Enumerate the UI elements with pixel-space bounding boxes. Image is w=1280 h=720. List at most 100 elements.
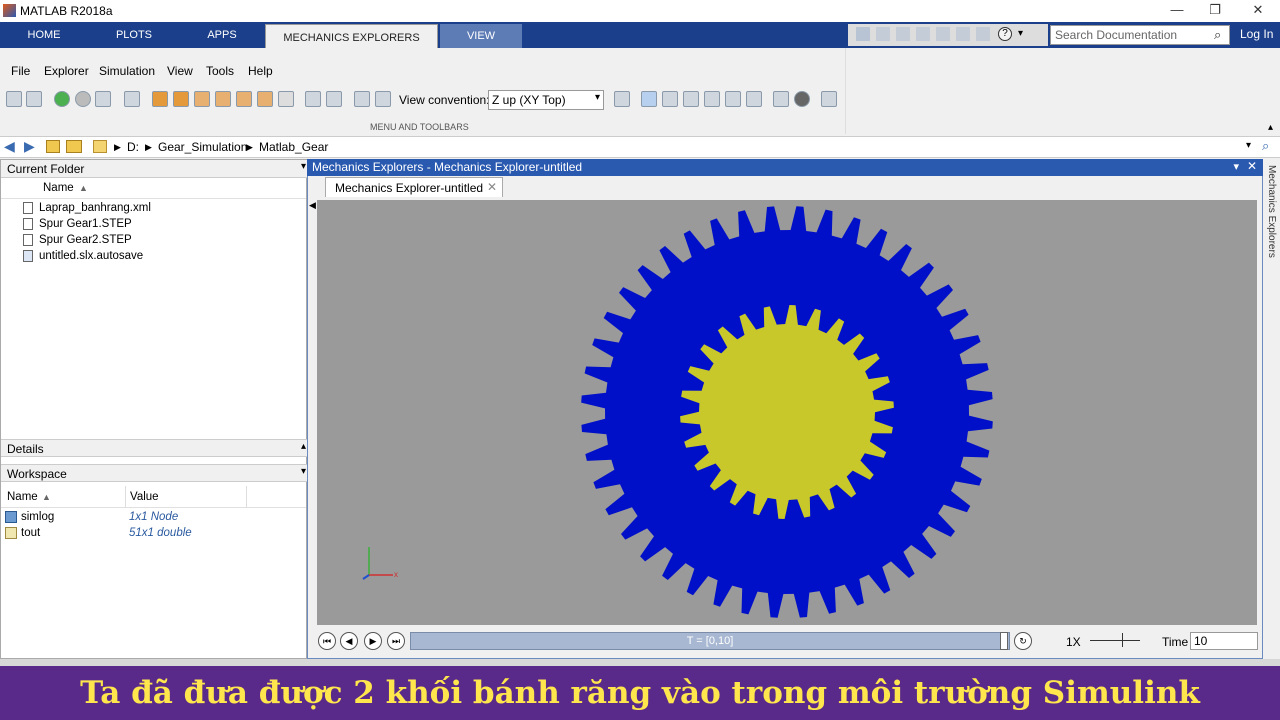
menu-help[interactable]: Help [248,64,273,78]
zoom-icon[interactable] [725,91,741,107]
pan-icon[interactable] [704,91,720,107]
split-view-icon[interactable] [305,91,321,107]
speed-slider[interactable] [1090,640,1140,641]
tab-mechanics-explorers[interactable]: MECHANICS EXPLORERS [265,24,438,48]
cut-icon[interactable] [876,27,890,41]
timeline-slider[interactable]: T = [0,10] [410,632,1010,650]
time-input[interactable]: 10 [1190,632,1258,650]
timeline-handle[interactable] [1000,632,1008,650]
switch-windows-icon[interactable] [976,27,990,41]
menu-view[interactable]: View [167,64,193,78]
minimize-icon[interactable]: — [1164,2,1190,20]
view-left-icon[interactable] [194,91,210,107]
skip-start-icon[interactable]: ⏮ [318,632,336,650]
zoom-box-icon[interactable] [746,91,762,107]
select-icon[interactable] [6,91,22,107]
tab-view[interactable]: VIEW [440,24,522,48]
skip-end-icon[interactable]: ⏭ [387,632,405,650]
browse-folder-icon[interactable] [66,140,82,153]
view-bottom-icon[interactable] [257,91,273,107]
breadcrumb-gear-simulation[interactable]: Gear_Simulation [158,140,247,154]
frames-icon[interactable] [773,91,789,107]
view-back-icon[interactable] [173,91,189,107]
menu-simulation[interactable]: Simulation [99,64,155,78]
view-convention-select[interactable]: Z up (XY Top) ▾ [488,90,604,110]
back-icon[interactable]: ◀ [4,138,15,155]
isometric-icon[interactable] [278,91,294,107]
step-back-icon[interactable]: ◀ [340,632,358,650]
download-icon[interactable] [95,91,111,107]
down-arrow-icon[interactable] [375,91,391,107]
save-icon[interactable] [856,27,870,41]
sort-up-icon: ▲ [42,492,51,502]
collapse-left-icon[interactable]: ◀ [309,200,316,211]
restore-icon[interactable]: ❐ [1202,2,1228,20]
loop-icon[interactable]: ↻ [1014,632,1032,650]
chevron-down-icon[interactable]: ▾ [1246,140,1251,151]
speed-slider-handle[interactable] [1122,633,1123,647]
help-icon[interactable]: ? [998,27,1012,41]
chevron-down-icon[interactable]: ▾ [1018,28,1023,39]
workspace-header[interactable]: Workspace ▾ [1,464,308,482]
collapse-ribbon-icon[interactable]: ▴ [1268,122,1273,133]
search-icon[interactable]: ⌕ [1214,27,1221,43]
camera-icon[interactable] [614,91,630,107]
side-tab-mechanics-explorers[interactable]: Mechanics Explorers [1266,165,1277,258]
search-documentation-input[interactable]: Search Documentation [1050,25,1230,45]
list-item[interactable]: Laprap_banhrang.xml [1,201,306,217]
zoom-fit-icon[interactable] [124,91,140,107]
search-folder-icon[interactable]: ⌕ [1262,138,1269,154]
view-front-icon[interactable] [152,91,168,107]
undo-icon[interactable] [936,27,950,41]
forward-nav-icon[interactable]: ▶ [24,138,35,155]
chevron-up-icon[interactable]: ▴ [301,441,306,452]
close-icon[interactable]: ✕ [1245,2,1271,20]
details-header[interactable]: Details ▴ [1,439,308,457]
tab-home[interactable]: HOME [0,22,88,48]
tab-mechanics-explorer-untitled[interactable]: Mechanics Explorer-untitled ✕ [325,177,503,197]
folder-icon [93,140,107,153]
table-row[interactable]: tout 51x1 double [1,526,306,542]
options-icon[interactable]: ▾ [1233,160,1239,173]
table-row[interactable]: simlog 1x1 Node [1,510,306,526]
list-item[interactable]: Spur Gear1.STEP [1,217,306,233]
menu-explorer[interactable]: Explorer [44,64,89,78]
column-name[interactable]: Name [7,491,38,503]
close-icon[interactable]: ✕ [1247,159,1257,173]
3d-viewport[interactable]: x [317,200,1257,625]
pointer-icon[interactable] [641,91,657,107]
tab-plots[interactable]: PLOTS [90,22,178,48]
menu-tools[interactable]: Tools [206,64,234,78]
breadcrumb-matlab-gear[interactable]: Matlab_Gear [259,140,328,154]
menu-file[interactable]: File [11,64,30,78]
list-item[interactable]: untitled.slx.autosave [1,249,306,265]
grid-select-icon[interactable] [26,91,42,107]
view-top-icon[interactable] [236,91,252,107]
close-tab-icon[interactable]: ✕ [487,180,497,194]
forward-icon[interactable] [354,91,370,107]
single-view-icon[interactable] [326,91,342,107]
current-folder-header[interactable]: Current Folder ▾ [1,160,308,178]
list-item[interactable]: Spur Gear2.STEP [1,233,306,249]
folder-column-header[interactable]: Name ▲ [1,179,306,199]
view-right-icon[interactable] [215,91,231,107]
paste-icon[interactable] [916,27,930,41]
workspace-column-header[interactable]: Name ▲ Value [1,486,306,508]
copy-icon[interactable] [896,27,910,41]
up-folder-icon[interactable] [46,140,60,153]
stop-icon[interactable] [75,91,91,107]
column-value[interactable]: Value [130,491,159,503]
chevron-down-icon[interactable]: ▾ [301,161,306,172]
redo-icon[interactable] [956,27,970,41]
roll-icon[interactable] [683,91,699,107]
rotate-icon[interactable] [662,91,678,107]
play-icon[interactable] [54,91,70,107]
breadcrumb-drive[interactable]: D: [127,140,139,154]
sphere-icon[interactable] [794,91,810,107]
login-button[interactable]: Log In [1240,27,1273,41]
play-icon[interactable]: ▶ [364,632,382,650]
column-name[interactable]: Name [43,182,74,194]
tab-apps[interactable]: APPS [180,22,264,48]
settings-icon[interactable] [821,91,837,107]
chevron-down-icon[interactable]: ▾ [301,466,306,477]
